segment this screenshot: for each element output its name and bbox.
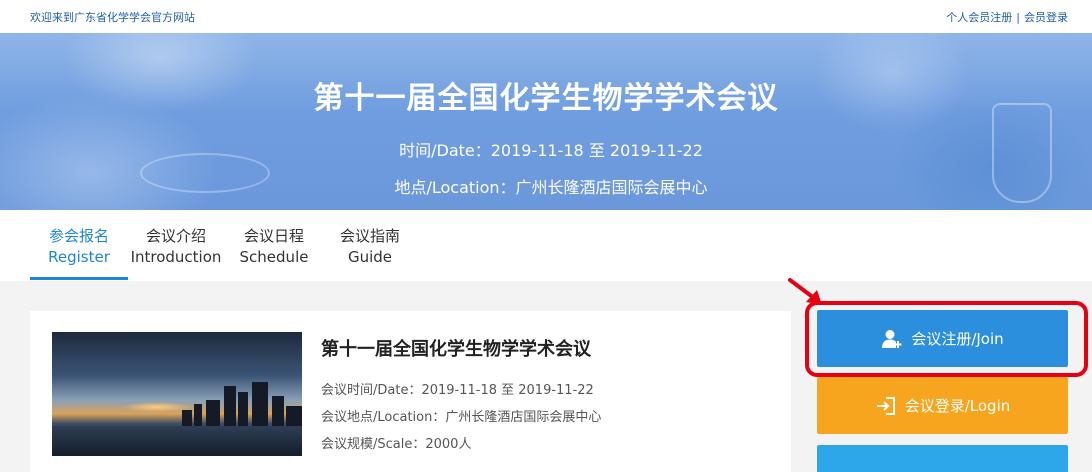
link-separator: | (1016, 11, 1020, 24)
tab-label-cn: 会议日程 (243, 227, 304, 245)
third-action-button[interactable] (817, 445, 1068, 472)
thumbnail-skyline (182, 382, 302, 426)
conference-card: 第十一届全国化学生物学学术会议 会议时间/Date：2019-11-18 至 2… (30, 311, 791, 472)
card-location: 会议地点/Location：广州长隆酒店国际会展中心 (321, 410, 602, 425)
tab-guide[interactable]: 会议指南 Guide (337, 226, 403, 268)
join-highlight-box (805, 301, 1088, 377)
arrow-icon (788, 278, 822, 305)
login-button-label: 会议登录/Login (904, 397, 1011, 415)
tab-label-en: Guide (347, 248, 393, 266)
sign-in-icon (875, 396, 897, 416)
tab-register[interactable]: 参会报名 Register (48, 226, 110, 268)
active-tab-indicator (30, 277, 128, 280)
tab-label-en: Schedule (239, 248, 309, 266)
tab-label-cn: 会议指南 (339, 227, 400, 245)
conference-tabs: 参会报名 Register 会议介绍 Introduction 会议日程 Sch… (0, 210, 1092, 281)
member-register-link[interactable]: 个人会员注册 (946, 11, 1012, 24)
tab-label-cn: 参会报名 (48, 227, 109, 245)
conference-banner: 第十一届全国化学生物学学术会议 时间/Date：2019-11-18 至 201… (0, 33, 1092, 210)
card-scale: 会议规模/Scale：2000人 (321, 437, 472, 452)
tab-label-en: Register (48, 248, 110, 266)
login-button[interactable]: 会议登录/Login (817, 377, 1068, 434)
tab-introduction[interactable]: 会议介绍 Introduction (129, 226, 223, 268)
tab-label-cn: 会议介绍 (145, 227, 206, 245)
banner-title: 第十一届全国化学生物学学术会议 (313, 81, 779, 116)
account-links: 个人会员注册 | 会员登录 (946, 9, 1068, 25)
tab-label-en: Introduction (130, 248, 222, 266)
welcome-text: 欢迎来到广东省化学学会官方网站 (30, 11, 195, 24)
card-date: 会议时间/Date：2019-11-18 至 2019-11-22 (321, 383, 594, 398)
banner-date: 时间/Date：2019-11-18 至 2019-11-22 (399, 141, 703, 160)
card-title: 第十一届全国化学生物学学术会议 (321, 339, 591, 360)
banner-location: 地点/Location：广州长隆酒店国际会展中心 (394, 178, 708, 197)
tab-schedule[interactable]: 会议日程 Schedule (239, 226, 309, 268)
member-login-link[interactable]: 会员登录 (1024, 11, 1068, 24)
thumbnail-water (52, 426, 302, 456)
conference-thumbnail (52, 332, 302, 456)
top-bar: 欢迎来到广东省化学学会官方网站 个人会员注册 | 会员登录 (0, 0, 1092, 33)
